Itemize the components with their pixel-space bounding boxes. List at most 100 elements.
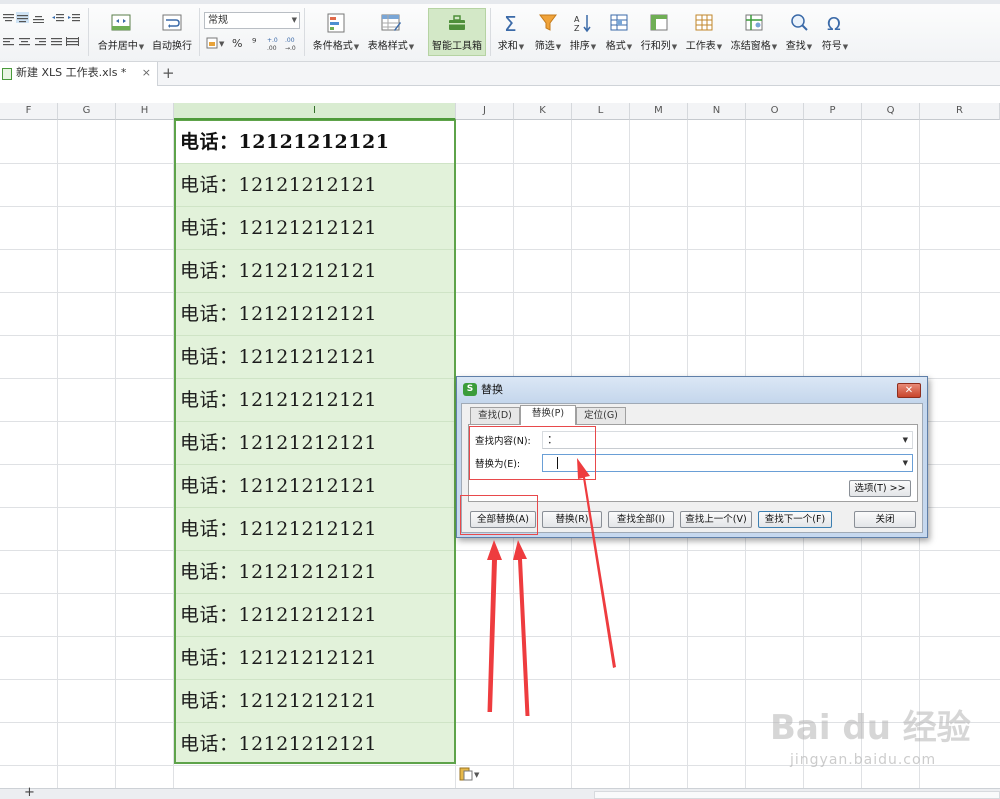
align-bottom-icon[interactable] [32, 12, 45, 23]
spreadsheet-app: 合并居中▼ 自动换行 常规 ▼ ▼ % ⁹ +.0.00 .00 →.0 条件格式… [0, 0, 1000, 799]
cell-i6[interactable]: 电话：12121212121 [176, 336, 454, 379]
find-what-input[interactable]: ： ▼ [542, 431, 913, 449]
annotation-box-inputs [469, 426, 596, 480]
currency-format-icon[interactable]: ▼ [206, 36, 228, 50]
number-format-value: 常规 [208, 15, 228, 26]
tab-find[interactable]: 查找(D) [470, 407, 520, 424]
cell-i8[interactable]: 电话：12121212121 [176, 422, 454, 465]
cell-i2[interactable]: 电话：12121212121 [176, 164, 454, 207]
format-button[interactable]: 格式▼ [602, 12, 636, 52]
comma-style-button[interactable]: ⁹ [252, 36, 256, 49]
cell-i11[interactable]: 电话：12121212121 [176, 551, 454, 594]
increase-decimal-icon[interactable]: +.0.00 [266, 35, 282, 51]
find-all-button[interactable]: 查找全部(I) [608, 511, 674, 528]
cell-i3[interactable]: 电话：12121212121 [176, 207, 454, 250]
cell-i7[interactable]: 电话：12121212121 [176, 379, 454, 422]
distributed-icon[interactable] [66, 36, 79, 47]
sigma-icon: Σ [504, 12, 517, 34]
decrease-indent-icon[interactable] [52, 12, 65, 23]
filter-button[interactable]: 筛选▼ [530, 12, 566, 52]
sort-button[interactable]: AZ 排序▼ [566, 12, 600, 52]
cell-i1[interactable]: 电话：12121212121 [176, 121, 454, 164]
column-header-k[interactable]: K [514, 103, 572, 120]
auto-wrap-button[interactable]: 自动换行 [150, 12, 194, 52]
sort-label: 排序 [569, 41, 590, 52]
close-button[interactable]: 关闭 [854, 511, 916, 528]
add-sheet-button[interactable]: + [24, 785, 35, 799]
document-tab[interactable]: 新建 XLS 工作表.xls * × [0, 62, 158, 86]
baidu-watermark-logo: Bai du 经验 jingyan.baidu.com [770, 700, 990, 780]
percent-button[interactable]: % [232, 37, 242, 50]
chevron-down-icon[interactable]: ▼ [903, 455, 908, 471]
align-top-icon[interactable] [2, 12, 15, 23]
wrap-text-icon [162, 14, 182, 31]
table-style-icon [381, 14, 401, 31]
find-next-button[interactable]: 查找下一个(F) [758, 511, 832, 528]
column-header-f[interactable]: F [0, 103, 58, 120]
new-tab-button[interactable]: + [162, 62, 175, 84]
table-style-label: 表格样式 [367, 41, 408, 52]
cell-i10[interactable]: 电话：12121212121 [176, 508, 454, 551]
column-header-q[interactable]: Q [862, 103, 920, 120]
options-button[interactable]: 选项(T) >> [849, 480, 911, 497]
column-header-i[interactable]: I [174, 103, 456, 120]
find-button[interactable]: 查找▼ [782, 12, 816, 52]
column-header-p[interactable]: P [804, 103, 862, 120]
symbol-button[interactable]: Ω 符号▼ [818, 12, 852, 52]
column-header-m[interactable]: M [630, 103, 688, 120]
filter-icon [539, 14, 557, 31]
find-previous-button[interactable]: 查找上一个(V) [680, 511, 752, 528]
cell-i5[interactable]: 电话：12121212121 [176, 293, 454, 336]
dialog-titlebar[interactable]: S 替换 ✕ [457, 377, 927, 403]
svg-text:Z: Z [574, 24, 580, 33]
worksheet-button[interactable]: 工作表▼ [682, 12, 726, 52]
row-col-button[interactable]: 行和列▼ [638, 12, 680, 52]
tab-goto[interactable]: 定位(G) [576, 407, 626, 424]
cell-i15[interactable]: 电话：12121212121 [176, 723, 454, 766]
svg-text:Ω: Ω [827, 14, 841, 34]
column-header-g[interactable]: G [58, 103, 116, 120]
column-header-l[interactable]: L [572, 103, 630, 120]
tab-replace[interactable]: 替换(P) [520, 405, 576, 425]
column-header-j[interactable]: J [456, 103, 514, 120]
cell-i12[interactable]: 电话：12121212121 [176, 594, 454, 637]
freeze-panes-label: 冻结窗格 [730, 41, 771, 52]
cell-i14[interactable]: 电话：12121212121 [176, 680, 454, 723]
column-header-o[interactable]: O [746, 103, 804, 120]
chevron-down-icon[interactable]: ▼ [903, 432, 908, 448]
close-dialog-button[interactable]: ✕ [897, 383, 921, 398]
column-header-h[interactable]: H [116, 103, 174, 120]
format-label: 格式 [605, 41, 626, 52]
merge-center-icon [111, 14, 131, 31]
svg-text:▼: ▼ [219, 40, 225, 48]
align-right-icon[interactable] [34, 36, 47, 47]
align-middle-icon[interactable] [16, 12, 29, 23]
smart-toolbox-button[interactable]: 智能工具箱 [428, 12, 486, 52]
close-tab-icon[interactable]: × [142, 62, 151, 84]
table-style-button[interactable]: 表格样式▼ [364, 12, 418, 52]
align-left-icon[interactable] [2, 36, 15, 47]
justify-icon[interactable] [50, 36, 63, 47]
freeze-panes-button[interactable]: 冻结窗格▼ [728, 12, 780, 52]
conditional-format-button[interactable]: 条件格式▼ [310, 12, 362, 52]
cell-i13[interactable]: 电话：12121212121 [176, 637, 454, 680]
column-header-r[interactable]: R [920, 103, 1000, 120]
decrease-decimal-icon[interactable]: .00→.0 [284, 35, 300, 51]
number-format-select[interactable]: 常规 ▼ [204, 12, 300, 29]
paste-options-icon[interactable]: ▼ [459, 767, 481, 781]
replace-with-input[interactable]: ▼ [542, 454, 913, 472]
cell-i9[interactable]: 电话：12121212121 [176, 465, 454, 508]
freeze-panes-icon [745, 14, 763, 31]
sum-button[interactable]: Σ 求和▼ [494, 12, 528, 52]
annotation-box-replace-all [460, 495, 538, 535]
svg-text:+.0: +.0 [267, 37, 278, 44]
cell-i4[interactable]: 电话：12121212121 [176, 250, 454, 293]
svg-text:→.0: →.0 [285, 45, 296, 51]
merge-center-button[interactable]: 合并居中▼ [96, 12, 146, 52]
column-header-n[interactable]: N [688, 103, 746, 120]
replace-button[interactable]: 替换(R) [542, 511, 602, 528]
horizontal-scrollbar[interactable] [594, 791, 1000, 799]
increase-indent-icon[interactable] [68, 12, 81, 23]
align-center-icon[interactable] [18, 36, 31, 47]
ribbon-separator [490, 8, 491, 56]
